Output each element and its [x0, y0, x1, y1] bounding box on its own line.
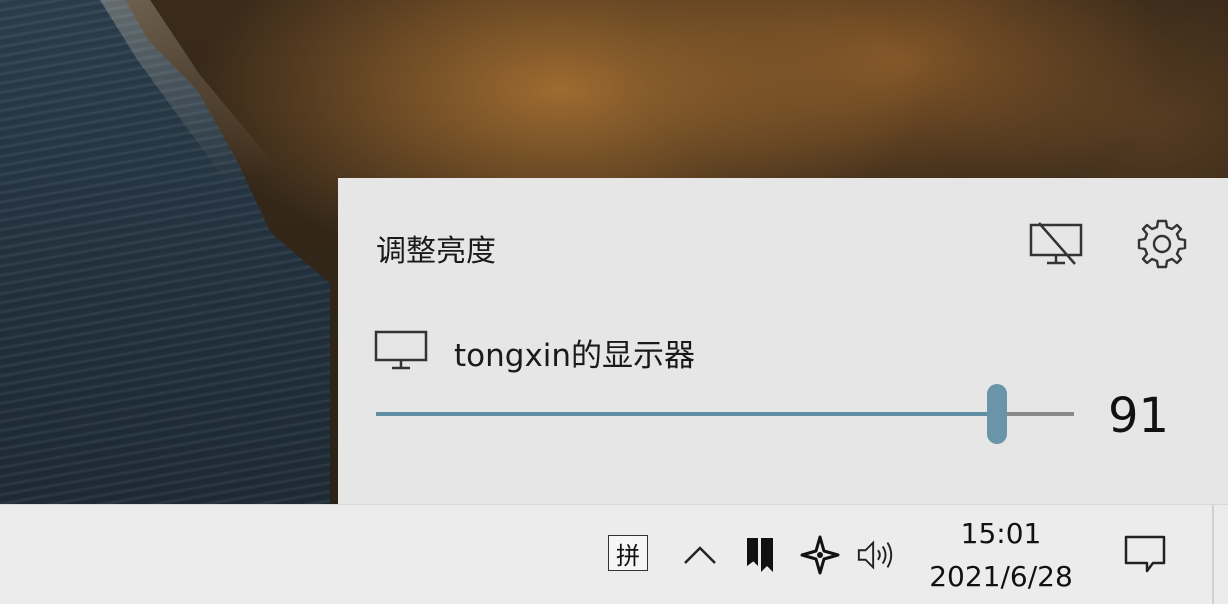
gear-icon[interactable] [1132, 214, 1192, 274]
display-name: tongxin的显示器 [454, 337, 696, 374]
brightness-slider[interactable] [376, 384, 1074, 444]
ime-indicator[interactable]: 拼 [608, 535, 648, 571]
notification-icon[interactable] [1120, 529, 1170, 579]
clock-date: 2021/6/28 [929, 560, 1073, 593]
slider-fill [376, 412, 997, 416]
app-bookmark-icon[interactable] [740, 533, 780, 577]
taskbar: 拼 15:01 2021/6/28 [0, 504, 1228, 604]
show-desktop-divider[interactable] [1212, 505, 1214, 604]
taskbar-clock[interactable]: 15:01 2021/6/28 [918, 513, 1084, 599]
chevron-up-icon[interactable] [680, 533, 720, 577]
clock-time: 15:01 [960, 517, 1042, 550]
brightness-value: 91 [1108, 388, 1170, 444]
display-row: tongxin的显示器 [374, 330, 695, 374]
flyout-title: 调整亮度 [376, 234, 496, 269]
project-off-icon[interactable] [1026, 214, 1086, 274]
network-sparkle-icon[interactable] [800, 533, 840, 577]
monitor-icon [374, 330, 428, 374]
volume-icon[interactable] [856, 533, 896, 577]
brightness-flyout: 调整亮度 tongxin的显示器 91 [338, 178, 1228, 504]
slider-thumb[interactable] [987, 384, 1007, 444]
